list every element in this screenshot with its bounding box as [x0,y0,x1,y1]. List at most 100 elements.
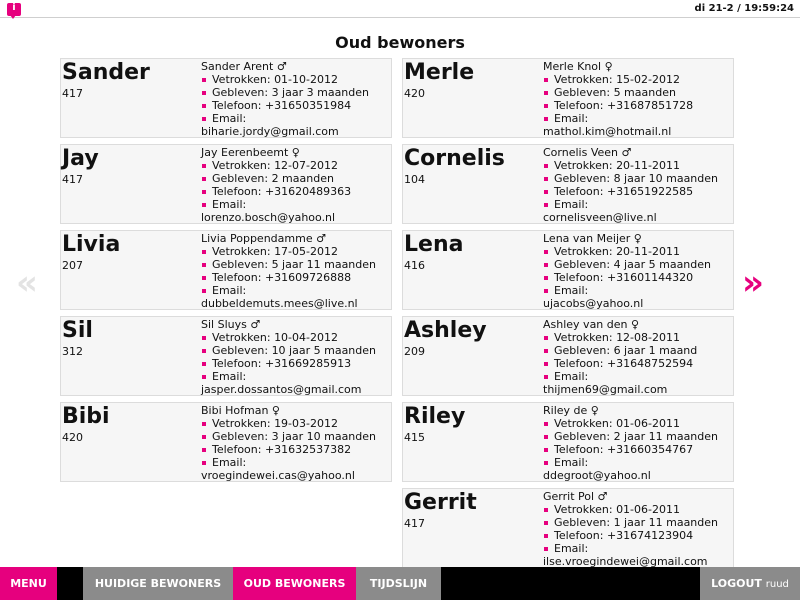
resident-first-name: Ashley [404,318,487,343]
resident-card[interactable]: Bibi 420 Bibi Hofman ♀ Vetrokken: 19-03-201… [60,402,392,482]
email-value: cornelisveen@live.nl [543,211,657,224]
phone-value: +31609726888 [264,271,352,284]
detail-phone: Telefoon: +31660354767 [543,443,735,456]
tab-former-residents[interactable]: OUD BEWONERS [233,567,356,600]
stay-duration-value: 8 jaar 10 maanden [613,172,718,185]
tab-timeline[interactable]: TIJDSLIJN [356,567,441,600]
email-label: Email: [212,456,247,469]
phone-label: Telefoon: [554,271,607,284]
email-label: Email: [212,112,247,125]
logout-button[interactable]: LOGOUT ruud [700,567,800,600]
detail-email: Email: ddegroot@yahoo.nl [543,456,735,482]
email-value: dubbeldemuts.mees@live.nl [201,297,358,310]
stay-duration-value: 5 maanden [613,86,676,99]
detail-moved-out: Vetrokken: 20-11-2011 [543,159,735,172]
room-number: 207 [62,259,83,272]
resident-card[interactable]: Cornelis 104 Cornelis Veen ♂ Vetrokken: 20-… [402,144,734,224]
detail-stay-duration: Gebleven: 6 jaar 1 maand [543,344,735,357]
tab-current-residents[interactable]: HUIDIGE BEWONERS [83,567,233,600]
detail-stay-duration: Gebleven: 5 maanden [543,86,735,99]
moved-out-value: 15-02-2012 [616,73,680,86]
resident-full-name: Cornelis Veen ♂ [543,146,632,159]
detail-list: Vetrokken: 01-10-2012 Gebleven: 3 jaar 3 … [201,73,393,138]
phone-value: +31687851728 [606,99,694,112]
info-logo-icon[interactable]: i [7,2,21,19]
email-label: Email: [554,370,589,383]
detail-email: Email: cornelisveen@live.nl [543,198,735,224]
stay-duration-value: 10 jaar 5 maanden [271,344,376,357]
resident-first-name: Lena [404,232,464,257]
resident-full-name: Sander Arent ♂ [201,60,287,73]
room-number: 415 [404,431,425,444]
moved-out-label: Vetrokken: [554,503,617,516]
detail-moved-out: Vetrokken: 20-11-2011 [543,245,735,258]
detail-moved-out: Vetrokken: 12-08-2011 [543,331,735,344]
moved-out-value: 12-07-2012 [274,159,338,172]
stay-duration-label: Gebleven: [212,258,272,271]
detail-stay-duration: Gebleven: 2 maanden [201,172,393,185]
detail-phone: Telefoon: +31648752594 [543,357,735,370]
email-value: biharie.jordy@gmail.com [201,125,339,138]
moved-out-value: 01-10-2012 [274,73,338,86]
email-label: Email: [212,198,247,211]
resident-first-name: Merle [404,60,475,85]
room-number: 312 [62,345,83,358]
detail-stay-duration: Gebleven: 10 jaar 5 maanden [201,344,393,357]
phone-label: Telefoon: [554,443,607,456]
detail-phone: Telefoon: +31609726888 [201,271,393,284]
phone-label: Telefoon: [212,443,265,456]
stay-duration-value: 5 jaar 11 maanden [271,258,376,271]
previous-page-arrow-icon[interactable]: « [16,266,38,300]
residents-column-right: Merle 420 Merle Knol ♀ Vetrokken: 15-02-201… [402,58,734,574]
stay-duration-value: 1 jaar 11 maanden [613,516,718,529]
resident-card[interactable]: Sil 312 Sil Sluys ♂ Vetrokken: 10-04-2012 Ge… [60,316,392,396]
date-time: di 21-2 / 19:59:24 [694,3,794,14]
moved-out-value: 10-04-2012 [274,331,338,344]
phone-value: +31651922585 [606,185,694,198]
stay-duration-label: Gebleven: [554,516,614,529]
logo-glyph: i [12,2,16,13]
email-label: Email: [554,542,589,555]
phone-value: +31669285913 [264,357,352,370]
detail-phone: Telefoon: +31620489363 [201,185,393,198]
stay-duration-value: 2 jaar 11 maanden [613,430,718,443]
room-number: 420 [62,431,83,444]
phone-label: Telefoon: [212,271,265,284]
resident-first-name: Jay [62,146,99,171]
stay-duration-label: Gebleven: [554,258,614,271]
resident-card[interactable]: Lena 416 Lena van Meijer ♀ Vetrokken: 20-11… [402,230,734,310]
resident-first-name: Bibi [62,404,110,429]
detail-list: Vetrokken: 12-07-2012 Gebleven: 2 maanden… [201,159,393,224]
resident-card[interactable]: Gerrit 417 Gerrit Pol ♂ Vetrokken: 01-06-20… [402,488,734,568]
moved-out-label: Vetrokken: [212,331,275,344]
email-value: ddegroot@yahoo.nl [543,469,651,482]
email-label: Email: [212,284,247,297]
moved-out-label: Vetrokken: [554,417,617,430]
detail-email: Email: jasper.dossantos@gmail.com [201,370,393,396]
stay-duration-label: Gebleven: [212,430,272,443]
detail-stay-duration: Gebleven: 3 jaar 3 maanden [201,86,393,99]
resident-first-name: Gerrit [404,490,477,515]
room-number: 417 [62,173,83,186]
email-label: Email: [554,456,589,469]
email-label: Email: [212,370,247,383]
resident-full-name: Sil Sluys ♂ [201,318,261,331]
resident-details: Livia Poppendamme ♂ Vetrokken: 17-05-2012… [201,232,393,310]
resident-details: Merle Knol ♀ Vetrokken: 15-02-2012 Gebleve… [543,60,735,138]
detail-moved-out: Vetrokken: 12-07-2012 [201,159,393,172]
phone-value: +31648752594 [606,357,694,370]
next-page-arrow-icon[interactable]: » [742,266,764,300]
resident-card[interactable]: Merle 420 Merle Knol ♀ Vetrokken: 15-02-201… [402,58,734,138]
resident-card[interactable]: Riley 415 Riley de ♀ Vetrokken: 01-06-2011 G… [402,402,734,482]
resident-card[interactable]: Jay 417 Jay Eerenbeemt ♀ Vetrokken: 12-07-2… [60,144,392,224]
stay-duration-label: Gebleven: [554,86,614,99]
resident-details: Ashley van den ♀ Vetrokken: 12-08-2011 Geb… [543,318,735,396]
room-number: 417 [62,87,83,100]
room-number: 104 [404,173,425,186]
email-value: mathol.kim@hotmail.nl [543,125,672,138]
resident-card[interactable]: Ashley 209 Ashley van den ♀ Vetrokken: 12-0… [402,316,734,396]
resident-card[interactable]: Livia 207 Livia Poppendamme ♂ Vetrokken: 17… [60,230,392,310]
detail-stay-duration: Gebleven: 1 jaar 11 maanden [543,516,735,529]
menu-button[interactable]: MENU [0,567,57,600]
resident-card[interactable]: Sander 417 Sander Arent ♂ Vetrokken: 01-10-… [60,58,392,138]
